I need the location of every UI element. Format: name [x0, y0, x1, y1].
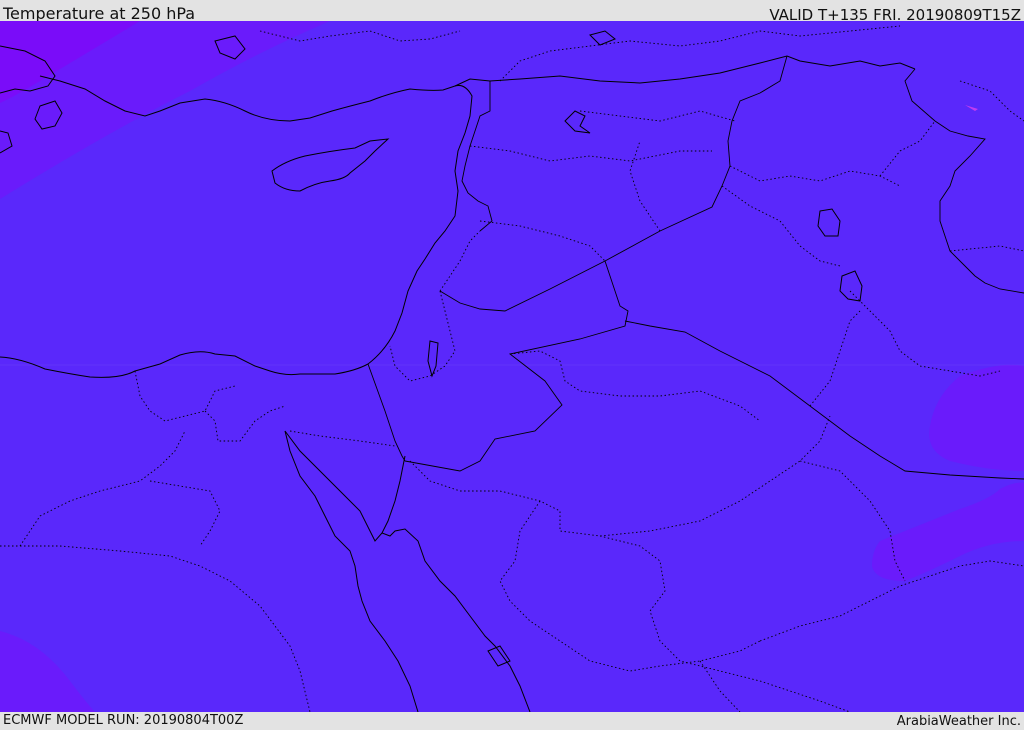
temperature-field-base — [0, 21, 1024, 712]
credit-label: ArabiaWeather Inc. — [896, 714, 1021, 729]
model-run-label: ECMWF MODEL RUN: 20190804T00Z — [3, 713, 244, 728]
map-canvas — [0, 21, 1024, 712]
header-bar: Temperature at 250 hPa VALID T+135 FRI. … — [0, 0, 1024, 24]
footer-bar: ECMWF MODEL RUN: 20190804T00Z ArabiaWeat… — [0, 712, 1024, 729]
map-panel[interactable] — [0, 21, 1024, 712]
